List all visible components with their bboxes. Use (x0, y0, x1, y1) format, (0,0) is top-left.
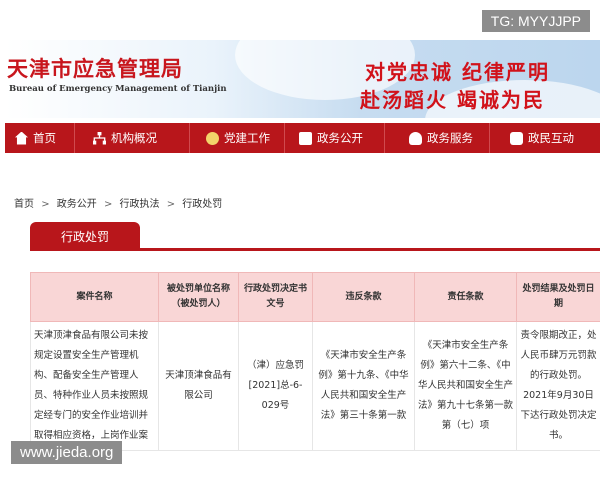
penalty-table: 案件名称 被处罚单位名称（被处罚人） 行政处罚决定书文号 违反条款 责任条款 处… (30, 272, 600, 451)
column-header-liability: 责任条款 (414, 272, 517, 322)
nav-item-home[interactable]: 首页 (5, 123, 75, 153)
breadcrumb-gov-affairs[interactable]: 政务公开 (57, 199, 97, 210)
cell-party: 天津顶津食品有限公司 (158, 321, 239, 451)
nav-item-label: 政民互动 (528, 131, 574, 145)
nav-item-label: 政务公开 (317, 131, 363, 145)
org-chart-icon (93, 131, 106, 145)
breadcrumb-penalty[interactable]: 行政处罚 (182, 199, 222, 210)
column-header-violated: 违反条款 (312, 272, 415, 322)
column-header-result: 处罚结果及处罚日期 (516, 272, 600, 322)
breadcrumb-enforcement[interactable]: 行政执法 (120, 199, 160, 210)
breadcrumb-home[interactable]: 首页 (14, 199, 34, 210)
nav-item-label: 机构概况 (111, 131, 157, 145)
nav-item-label: 政务服务 (427, 131, 473, 145)
table-header-row: 案件名称 被处罚单位名称（被处罚人） 行政处罚决定书文号 违反条款 责任条款 处… (30, 272, 600, 322)
column-header-decision-no: 行政处罚决定书文号 (238, 272, 313, 322)
nav-item-label: 首页 (33, 131, 56, 145)
breadcrumb-separator: > (103, 199, 113, 210)
cell-case-name: 天津顶津食品有限公司未按规定设置安全生产管理机构、配备安全生产管理人员、特种作业… (30, 321, 159, 451)
nav-item-party[interactable]: 党建工作 (190, 123, 285, 153)
watermark-website: www.jieda.org (11, 441, 123, 464)
site-title[interactable]: 天津市应急管理局 (7, 53, 183, 83)
party-emblem-icon (206, 131, 219, 145)
column-header-party: 被处罚单位名称（被处罚人） (158, 272, 239, 322)
slogan-line-2: 赴汤蹈火 竭诚为民 (360, 88, 545, 112)
slogan-line-1: 对党忠诚 纪律严明 (365, 60, 550, 84)
nav-item-gov-affairs[interactable]: 政务公开 (285, 123, 385, 153)
home-icon (15, 131, 28, 145)
cell-decision-no: （津）应急罚[2021]总-6-029号 (238, 321, 313, 451)
breadcrumb-separator: > (41, 199, 50, 210)
breadcrumb-separator: > (166, 199, 176, 210)
main-nav: 首页 机构概况 党建工作 政务公开 政务服务 政民互动 (5, 123, 600, 153)
user-service-icon (409, 131, 422, 145)
column-header-case-name: 案件名称 (30, 272, 159, 322)
government-affairs-icon (299, 131, 312, 145)
site-header-banner: 天津市应急管理局 Bureau of Emergency Management … (5, 40, 600, 118)
cell-violated: 《天津市安全生产条例》第十九条、《中华人民共和国安全生产法》第三十条第一款 (312, 321, 415, 451)
table-row: 天津顶津食品有限公司未按规定设置安全生产管理机构、配备安全生产管理人员、特种作业… (30, 321, 600, 451)
watermark-tg: TG: MYYJJPP (481, 10, 590, 32)
chat-icon (510, 131, 523, 145)
nav-item-service[interactable]: 政务服务 (385, 123, 490, 153)
nav-item-org[interactable]: 机构概况 (75, 123, 190, 153)
cell-liability: 《天津市安全生产条例》第六十二条、《中华人民共和国安全生产法》第九十七条第一款第… (414, 321, 517, 451)
section-tab-penalty[interactable]: 行政处罚 (30, 222, 140, 251)
breadcrumb: 首页 > 政务公开 > 行政执法 > 行政处罚 (14, 195, 226, 210)
nav-item-interact[interactable]: 政民互动 (490, 123, 600, 153)
cell-result: 责令限期改正，处人民币肆万元罚款的行政处罚。2021年9月30日下达行政处罚决定… (516, 321, 600, 451)
site-subtitle: Bureau of Emergency Management of Tianji… (9, 84, 227, 94)
nav-item-label: 党建工作 (224, 131, 270, 145)
